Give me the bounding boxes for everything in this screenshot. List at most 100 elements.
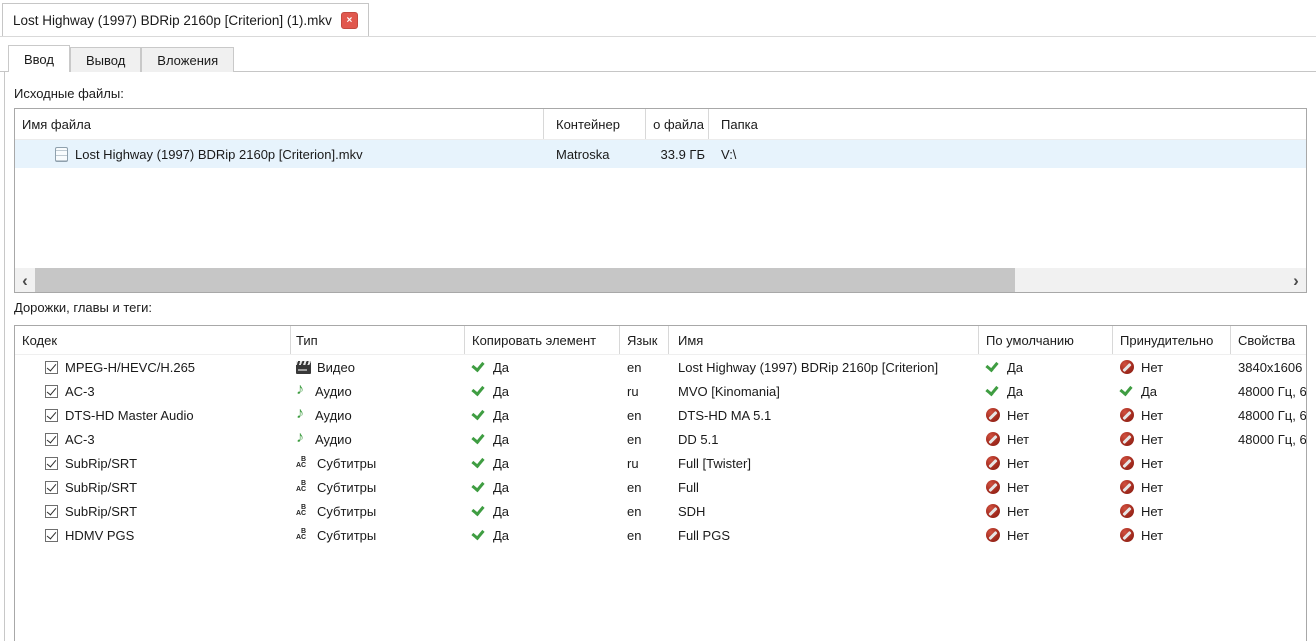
copy-flag: Да xyxy=(465,475,620,499)
file-row[interactable]: Lost Highway (1997) BDRip 2160p [Criteri… xyxy=(15,140,1306,168)
no-icon xyxy=(986,432,1000,446)
track-checkbox[interactable] xyxy=(45,457,58,470)
no-icon xyxy=(986,480,1000,494)
track-codec: DTS-HD Master Audio xyxy=(65,408,194,423)
default-label: Нет xyxy=(1007,504,1029,519)
copy-label: Да xyxy=(493,432,509,447)
track-checkbox[interactable] xyxy=(45,505,58,518)
scroll-right-icon[interactable]: › xyxy=(1286,268,1306,292)
default-flag: Нет xyxy=(979,403,1113,427)
tab-input[interactable]: Ввод xyxy=(8,45,70,72)
audio-icon xyxy=(296,433,309,446)
default-flag: Нет xyxy=(979,523,1113,547)
track-checkbox[interactable] xyxy=(45,481,58,494)
copy-flag: Да xyxy=(465,355,620,379)
track-properties xyxy=(1231,451,1306,475)
close-icon[interactable]: × xyxy=(341,12,358,29)
track-name: DD 5.1 xyxy=(669,427,979,451)
track-language: en xyxy=(620,523,669,547)
track-codec: AC-3 xyxy=(65,384,95,399)
source-files-header: Имя файла Контейнер о файла Папка xyxy=(15,109,1306,140)
video-icon xyxy=(296,361,311,374)
column-header-name: Имя xyxy=(669,326,979,354)
track-properties: 48000 Гц, 6 xyxy=(1231,403,1306,427)
default-label: Нет xyxy=(1007,408,1029,423)
track-row[interactable]: SubRip/SRT Субтитры Да en SDH Нет Нет xyxy=(15,499,1306,523)
copy-flag: Да xyxy=(465,451,620,475)
copy-label: Да xyxy=(493,456,509,471)
subtitles-icon xyxy=(296,505,311,518)
track-name: DTS-HD MA 5.1 xyxy=(669,403,979,427)
track-checkbox[interactable] xyxy=(45,433,58,446)
track-checkbox[interactable] xyxy=(45,385,58,398)
forced-flag: Нет xyxy=(1113,499,1231,523)
track-codec: MPEG-H/HEVC/H.265 xyxy=(65,360,195,375)
copy-flag: Да xyxy=(465,379,620,403)
default-label: Нет xyxy=(1007,480,1029,495)
yes-icon xyxy=(472,456,486,470)
track-checkbox[interactable] xyxy=(45,529,58,542)
track-type: Аудио xyxy=(315,408,352,423)
scrollbar-track[interactable] xyxy=(35,268,1286,292)
track-name: MVO [Kinomania] xyxy=(669,379,979,403)
no-icon xyxy=(1120,456,1134,470)
track-row[interactable]: AC-3 Аудио Да en DD 5.1 Нет Нет 48000 Гц… xyxy=(15,427,1306,451)
scroll-left-icon[interactable]: ‹ xyxy=(15,268,35,292)
track-checkbox[interactable] xyxy=(45,409,58,422)
copy-flag: Да xyxy=(465,403,620,427)
track-properties: 48000 Гц, 6 xyxy=(1231,379,1306,403)
audio-icon xyxy=(296,409,309,422)
tracks-table: Кодек Тип Копировать элемент Язык Имя По… xyxy=(14,325,1307,641)
copy-label: Да xyxy=(493,528,509,543)
track-row[interactable]: DTS-HD Master Audio Аудио Да en DTS-HD M… xyxy=(15,403,1306,427)
track-row[interactable]: MPEG-H/HEVC/H.265 Видео Да en Lost Highw… xyxy=(15,355,1306,379)
track-row[interactable]: AC-3 Аудио Да ru MVO [Kinomania] Да Да 4… xyxy=(15,379,1306,403)
track-name: Lost Highway (1997) BDRip 2160p [Criteri… xyxy=(669,355,979,379)
track-row[interactable]: SubRip/SRT Субтитры Да ru Full [Twister]… xyxy=(15,451,1306,475)
tracks-label: Дорожки, главы и теги: xyxy=(14,300,152,315)
copy-label: Да xyxy=(493,504,509,519)
track-row[interactable]: SubRip/SRT Субтитры Да en Full Нет Нет xyxy=(15,475,1306,499)
track-row[interactable]: HDMV PGS Субтитры Да en Full PGS Нет Нет xyxy=(15,523,1306,547)
checkmark-icon xyxy=(47,529,57,539)
file-tab[interactable]: Lost Highway (1997) BDRip 2160p [Criteri… xyxy=(2,3,369,36)
forced-flag: Нет xyxy=(1113,427,1231,451)
no-icon xyxy=(986,456,1000,470)
yes-icon xyxy=(986,384,1000,398)
source-files-empty-area xyxy=(15,168,1306,268)
column-header-file-name: Имя файла xyxy=(15,109,544,139)
default-label: Нет xyxy=(1007,432,1029,447)
default-flag: Нет xyxy=(979,451,1113,475)
yes-icon xyxy=(472,480,486,494)
forced-flag: Нет xyxy=(1113,403,1231,427)
forced-label: Нет xyxy=(1141,432,1163,447)
file-tab-title: Lost Highway (1997) BDRip 2160p [Criteri… xyxy=(13,13,332,28)
checkmark-icon xyxy=(47,385,57,395)
no-icon xyxy=(986,504,1000,518)
no-icon xyxy=(1120,480,1134,494)
checkmark-icon xyxy=(47,409,57,419)
checkmark-icon xyxy=(47,481,57,491)
yes-icon xyxy=(472,528,486,542)
tab-attachments[interactable]: Вложения xyxy=(141,47,234,72)
default-flag: Да xyxy=(979,355,1113,379)
copy-label: Да xyxy=(493,360,509,375)
checkmark-icon xyxy=(47,433,57,443)
yes-icon xyxy=(1120,384,1134,398)
track-codec: SubRip/SRT xyxy=(65,480,137,495)
yes-icon xyxy=(472,384,486,398)
track-type: Аудио xyxy=(315,384,352,399)
copy-label: Да xyxy=(493,384,509,399)
column-header-codec: Кодек xyxy=(15,326,291,354)
track-language: en xyxy=(620,499,669,523)
track-language: en xyxy=(620,475,669,499)
tab-output[interactable]: Вывод xyxy=(70,47,141,72)
track-checkbox[interactable] xyxy=(45,361,58,374)
no-icon xyxy=(1120,408,1134,422)
horizontal-scrollbar[interactable]: ‹ › xyxy=(15,268,1306,292)
source-files-label: Исходные файлы: xyxy=(14,86,124,101)
scrollbar-thumb[interactable] xyxy=(35,268,1015,292)
column-header-forced: Принудительно xyxy=(1113,326,1231,354)
track-codec: HDMV PGS xyxy=(65,528,134,543)
column-header-language: Язык xyxy=(620,326,669,354)
